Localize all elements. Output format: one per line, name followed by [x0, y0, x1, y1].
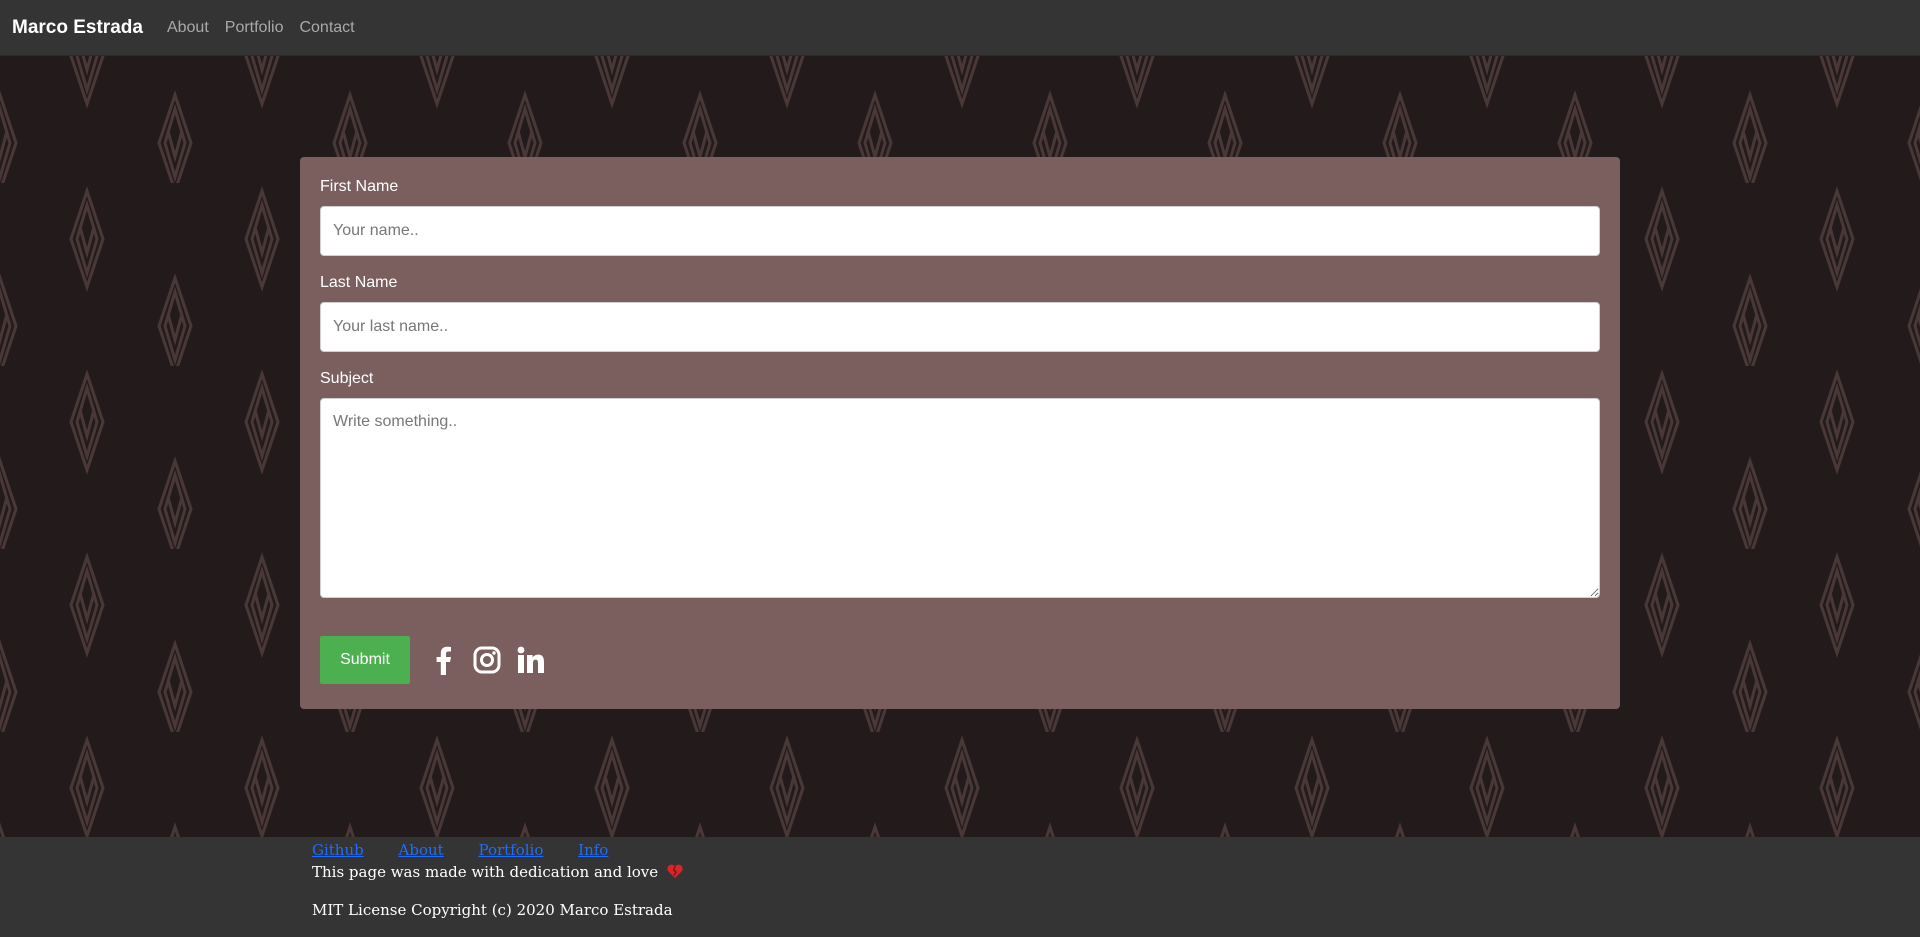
contact-form-card: First Name Last Name Subject Submit: [300, 157, 1620, 709]
last-name-label: Last Name: [320, 274, 398, 291]
subject-textarea[interactable]: [320, 398, 1600, 598]
page-footer: Github About Portfolio Info This page wa…: [0, 837, 1920, 937]
instagram-icon[interactable]: [470, 643, 504, 677]
nav-link-portfolio[interactable]: Portfolio: [225, 19, 284, 37]
first-name-input[interactable]: [320, 206, 1600, 256]
submit-button[interactable]: Submit: [320, 636, 410, 684]
footer-link-portfolio[interactable]: Portfolio: [478, 841, 543, 859]
footer-license: MIT License Copyright (c) 2020 Marco Est…: [312, 901, 673, 919]
facebook-icon[interactable]: [426, 643, 460, 677]
last-name-input[interactable]: [320, 302, 1600, 352]
linkedin-icon[interactable]: [514, 643, 548, 677]
footer-link-github[interactable]: Github: [312, 841, 364, 859]
brand-link[interactable]: Marco Estrada: [12, 17, 143, 39]
first-name-label: First Name: [320, 178, 399, 195]
footer-links: Github About Portfolio Info: [312, 841, 608, 859]
broken-heart-icon: [667, 864, 683, 883]
footer-link-info[interactable]: Info: [578, 841, 608, 859]
subject-label: Subject: [320, 370, 374, 387]
top-navbar: Marco Estrada About Portfolio Contact: [0, 0, 1920, 56]
footer-tagline: This page was made with dedication and l…: [312, 863, 659, 881]
nav-link-about[interactable]: About: [167, 19, 209, 37]
footer-link-about[interactable]: About: [399, 841, 444, 859]
nav-link-contact[interactable]: Contact: [299, 19, 354, 37]
footer-tagline-row: This page was made with dedication and l…: [312, 863, 683, 883]
